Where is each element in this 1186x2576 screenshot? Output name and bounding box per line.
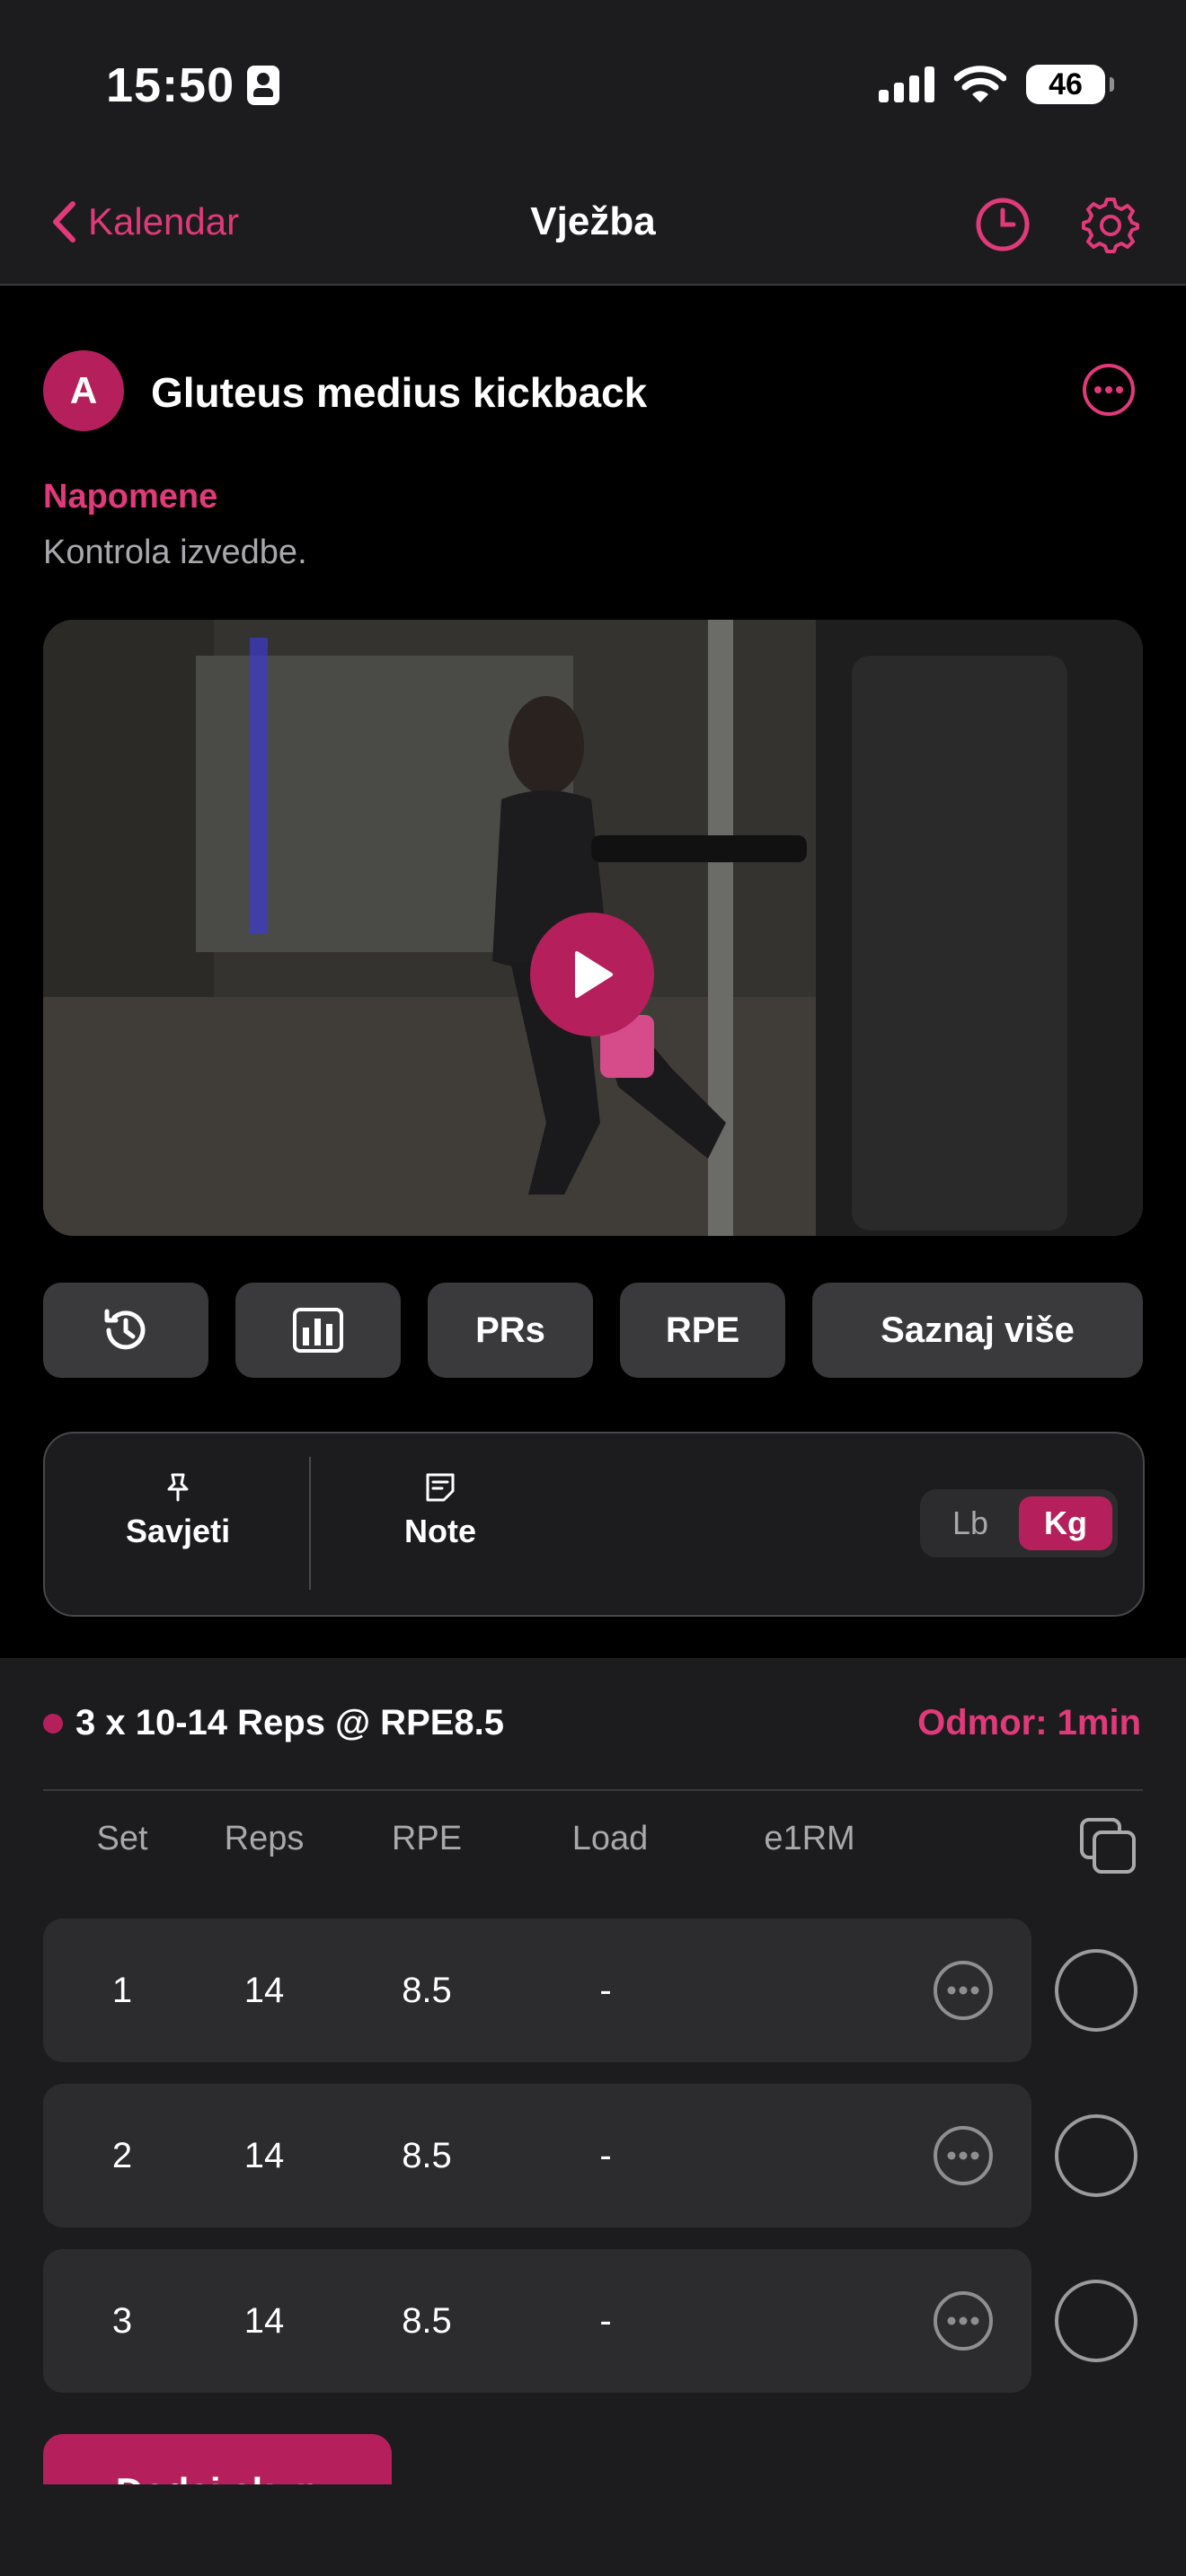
battery-level: 46 (1049, 66, 1083, 101)
set-row[interactable] (43, 2249, 1031, 2393)
notes-label: Napomene (43, 478, 218, 516)
cellular-signal-icon (879, 66, 934, 102)
play-button[interactable] (530, 913, 654, 1037)
set-rpe[interactable]: 8.5 (373, 2301, 481, 2342)
set-row[interactable] (43, 2084, 1031, 2228)
exercise-name: Gluteus medius kickback (151, 369, 648, 416)
set-rpe[interactable]: 8.5 (373, 2136, 481, 2176)
history-icon (104, 1309, 146, 1350)
set-more-icon[interactable] (933, 2290, 994, 2351)
sets-separator (43, 1789, 1143, 1791)
note-label: Note (404, 1513, 476, 1549)
set-complete-checkbox[interactable] (1055, 1949, 1137, 2032)
battery-icon: 46 (1026, 65, 1114, 104)
tips-label: Savjeti (126, 1513, 231, 1549)
set-reps[interactable]: 14 (210, 1971, 318, 2011)
set-number: 3 (111, 2301, 133, 2341)
back-label: Kalendar (88, 200, 240, 243)
set-row[interactable] (43, 1919, 1031, 2062)
note-icon (426, 1473, 455, 1502)
play-icon (575, 951, 613, 998)
chevron-left-icon (53, 201, 75, 243)
history-button[interactable] (43, 1283, 208, 1378)
wifi-icon (954, 66, 1006, 102)
set-load[interactable]: - (552, 2301, 659, 2342)
set-rpe[interactable]: 8.5 (373, 1971, 481, 2011)
contact-badge-icon (247, 66, 280, 105)
tips-button[interactable]: Savjeti (126, 1469, 230, 1550)
tips-divider (309, 1457, 311, 1590)
rest-time[interactable]: Odmor: 1min (917, 1703, 1141, 1743)
column-set: Set (96, 1820, 148, 1857)
status-time: 15:50 (106, 57, 280, 113)
set-reps[interactable]: 14 (210, 2136, 318, 2176)
note-button[interactable]: Note (404, 1469, 476, 1550)
pin-icon (167, 1473, 189, 1502)
time-text: 15:50 (106, 58, 235, 112)
column-e1rm: e1RM (764, 1820, 855, 1857)
set-complete-checkbox[interactable] (1055, 2280, 1137, 2362)
rpe-button[interactable]: RPE (620, 1283, 785, 1378)
exercise-more-icon[interactable] (1082, 363, 1136, 417)
copy-icon[interactable] (1078, 1816, 1137, 1875)
history-clock-icon[interactable] (974, 196, 1031, 253)
column-load: Load (571, 1820, 649, 1857)
set-reps[interactable]: 14 (210, 2301, 318, 2342)
set-complete-checkbox[interactable] (1055, 2114, 1137, 2197)
status-indicators: 46 (879, 65, 1114, 104)
bottom-fade (0, 2484, 1186, 2576)
column-reps: Reps (224, 1820, 305, 1857)
set-more-icon[interactable] (933, 2125, 994, 2186)
scheme-dot (43, 1714, 63, 1734)
set-number: 2 (111, 2136, 133, 2175)
bar-chart-icon (293, 1308, 343, 1353)
exercise-avatar: A (43, 350, 124, 431)
unit-kg-option[interactable]: Kg (1019, 1496, 1112, 1550)
notes-text: Kontrola izvedbe. (43, 534, 307, 571)
stats-button[interactable] (235, 1283, 401, 1378)
set-scheme: 3 x 10-14 Reps @ RPE8.5 (75, 1703, 505, 1742)
set-load[interactable]: - (552, 2136, 659, 2176)
back-button[interactable]: Kalendar (50, 199, 239, 244)
prs-button[interactable]: PRs (428, 1283, 593, 1378)
set-more-icon[interactable] (933, 1960, 994, 2021)
learn-more-button[interactable]: Saznaj više (812, 1283, 1143, 1378)
unit-lb-option[interactable]: Lb (927, 1496, 1013, 1550)
set-number: 1 (111, 1971, 133, 2010)
set-load[interactable]: - (552, 1971, 659, 2011)
column-rpe: RPE (391, 1820, 463, 1857)
gear-icon[interactable] (1082, 196, 1139, 253)
